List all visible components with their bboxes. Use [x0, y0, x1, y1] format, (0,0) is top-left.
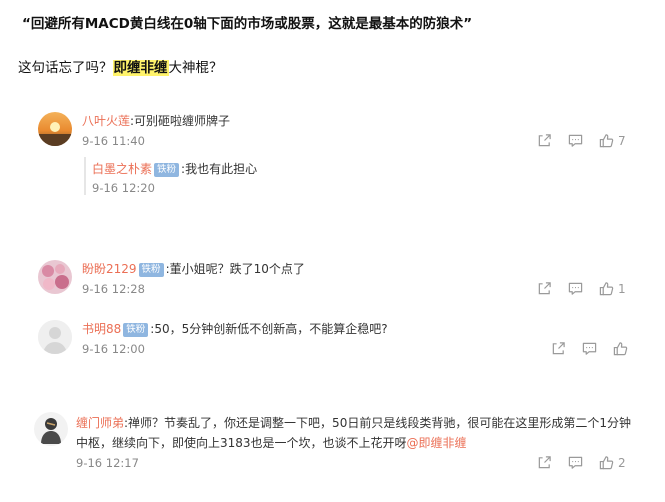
- comment-time: 9-16 11:40: [82, 134, 145, 148]
- mention-link[interactable]: @即缠非缠: [407, 436, 467, 450]
- paragraph-prefix: 这句话忘了吗？: [18, 60, 113, 76]
- reply-button[interactable]: [568, 133, 583, 148]
- comment-author[interactable]: 盼盼2129: [82, 262, 137, 276]
- reply-time: 9-16 12:20: [92, 181, 155, 195]
- comment-line: 盼盼2129 铁粉:董小姐呢？跌了10个点了: [82, 260, 305, 277]
- highlighted-mention[interactable]: 即缠非缠: [112, 60, 169, 76]
- avatar[interactable]: [34, 412, 68, 446]
- paragraph-suffix: 大神棍？: [168, 60, 223, 76]
- reply-author[interactable]: 白墨之朴素: [92, 162, 152, 176]
- comment-line: 书明88 铁粉:50，5分钟创新低不创新高，不能算企稳吧?: [82, 320, 388, 337]
- like-count: 2: [618, 455, 626, 470]
- quoted-statement: “回避所有MACD黄白线在0轴下面的市场或股票，这就是最基本的防狼术”: [22, 16, 473, 32]
- comment-time: 9-16 12:00: [82, 342, 145, 356]
- comment-text: :董小姐呢？跌了10个点了: [165, 262, 305, 276]
- like-button[interactable]: 2: [599, 455, 626, 470]
- like-count: 7: [618, 133, 626, 148]
- comment-icon: [568, 281, 583, 296]
- share-icon: [537, 455, 552, 470]
- article-paragraph: 这句话忘了吗？即缠非缠大神棍？: [18, 56, 223, 76]
- comment-author[interactable]: 八叶火莲: [82, 112, 130, 129]
- comment-time: 9-16 12:17: [76, 456, 139, 470]
- share-icon: [551, 341, 566, 356]
- share-button[interactable]: [551, 341, 566, 356]
- comment-actions: 2: [537, 455, 626, 470]
- fan-badge: 铁粉: [154, 163, 180, 177]
- comment-line-2: 中枢，继续向下，即使向上3183也是一个坎，也谈不上花开呀@即缠非缠: [76, 434, 467, 451]
- thumbs-up-icon: [599, 281, 614, 296]
- comment-time: 9-16 12:28: [82, 282, 145, 296]
- thumbs-up-icon: [613, 341, 628, 356]
- comment-actions: [551, 341, 628, 356]
- share-icon: [537, 133, 552, 148]
- reply-button[interactable]: [568, 281, 583, 296]
- avatar[interactable]: [38, 112, 72, 146]
- like-button[interactable]: [613, 341, 628, 356]
- like-button[interactable]: 1: [599, 281, 626, 296]
- reply-button[interactable]: [568, 455, 583, 470]
- comment-text: :50，5分钟创新低不创新高，不能算企稳吧?: [150, 322, 388, 336]
- comment-author[interactable]: 缠门师弟: [76, 416, 124, 430]
- fan-badge: 铁粉: [123, 323, 149, 337]
- comment-actions: 1: [537, 281, 626, 296]
- like-button[interactable]: 7: [599, 133, 626, 148]
- comment-text: :禅师？节奏乱了，你还是调整一下吧，50日前只是线段类背驰，很可能在这里形成第二…: [124, 416, 631, 430]
- thumbs-up-icon: [599, 133, 614, 148]
- reply-line: 白墨之朴素 铁粉:我也有此担心: [92, 160, 257, 177]
- comment-author[interactable]: 书明88: [82, 322, 121, 336]
- comment-text-continued: 中枢，继续向下，即使向上3183也是一个坎，也谈不上花开呀: [76, 436, 407, 450]
- share-icon: [537, 281, 552, 296]
- fan-badge: 铁粉: [138, 263, 164, 277]
- comment-line: 缠门师弟:禅师？节奏乱了，你还是调整一下吧，50日前只是线段类背驰，很可能在这里…: [76, 414, 631, 431]
- share-button[interactable]: [537, 281, 552, 296]
- like-count: 1: [618, 281, 626, 296]
- reply-divider: [84, 157, 88, 195]
- avatar[interactable]: [38, 260, 72, 294]
- avatar[interactable]: [38, 320, 72, 354]
- comment-text: :可别砸啦缠师牌子: [130, 114, 231, 128]
- reply-text: :我也有此担心: [181, 162, 258, 176]
- share-button[interactable]: [537, 133, 552, 148]
- reply-button[interactable]: [582, 341, 597, 356]
- comment-icon: [582, 341, 597, 356]
- comment-icon: [568, 455, 583, 470]
- share-button[interactable]: [537, 455, 552, 470]
- comment-icon: [568, 133, 583, 148]
- comment-actions: 7: [537, 133, 626, 148]
- thumbs-up-icon: [599, 455, 614, 470]
